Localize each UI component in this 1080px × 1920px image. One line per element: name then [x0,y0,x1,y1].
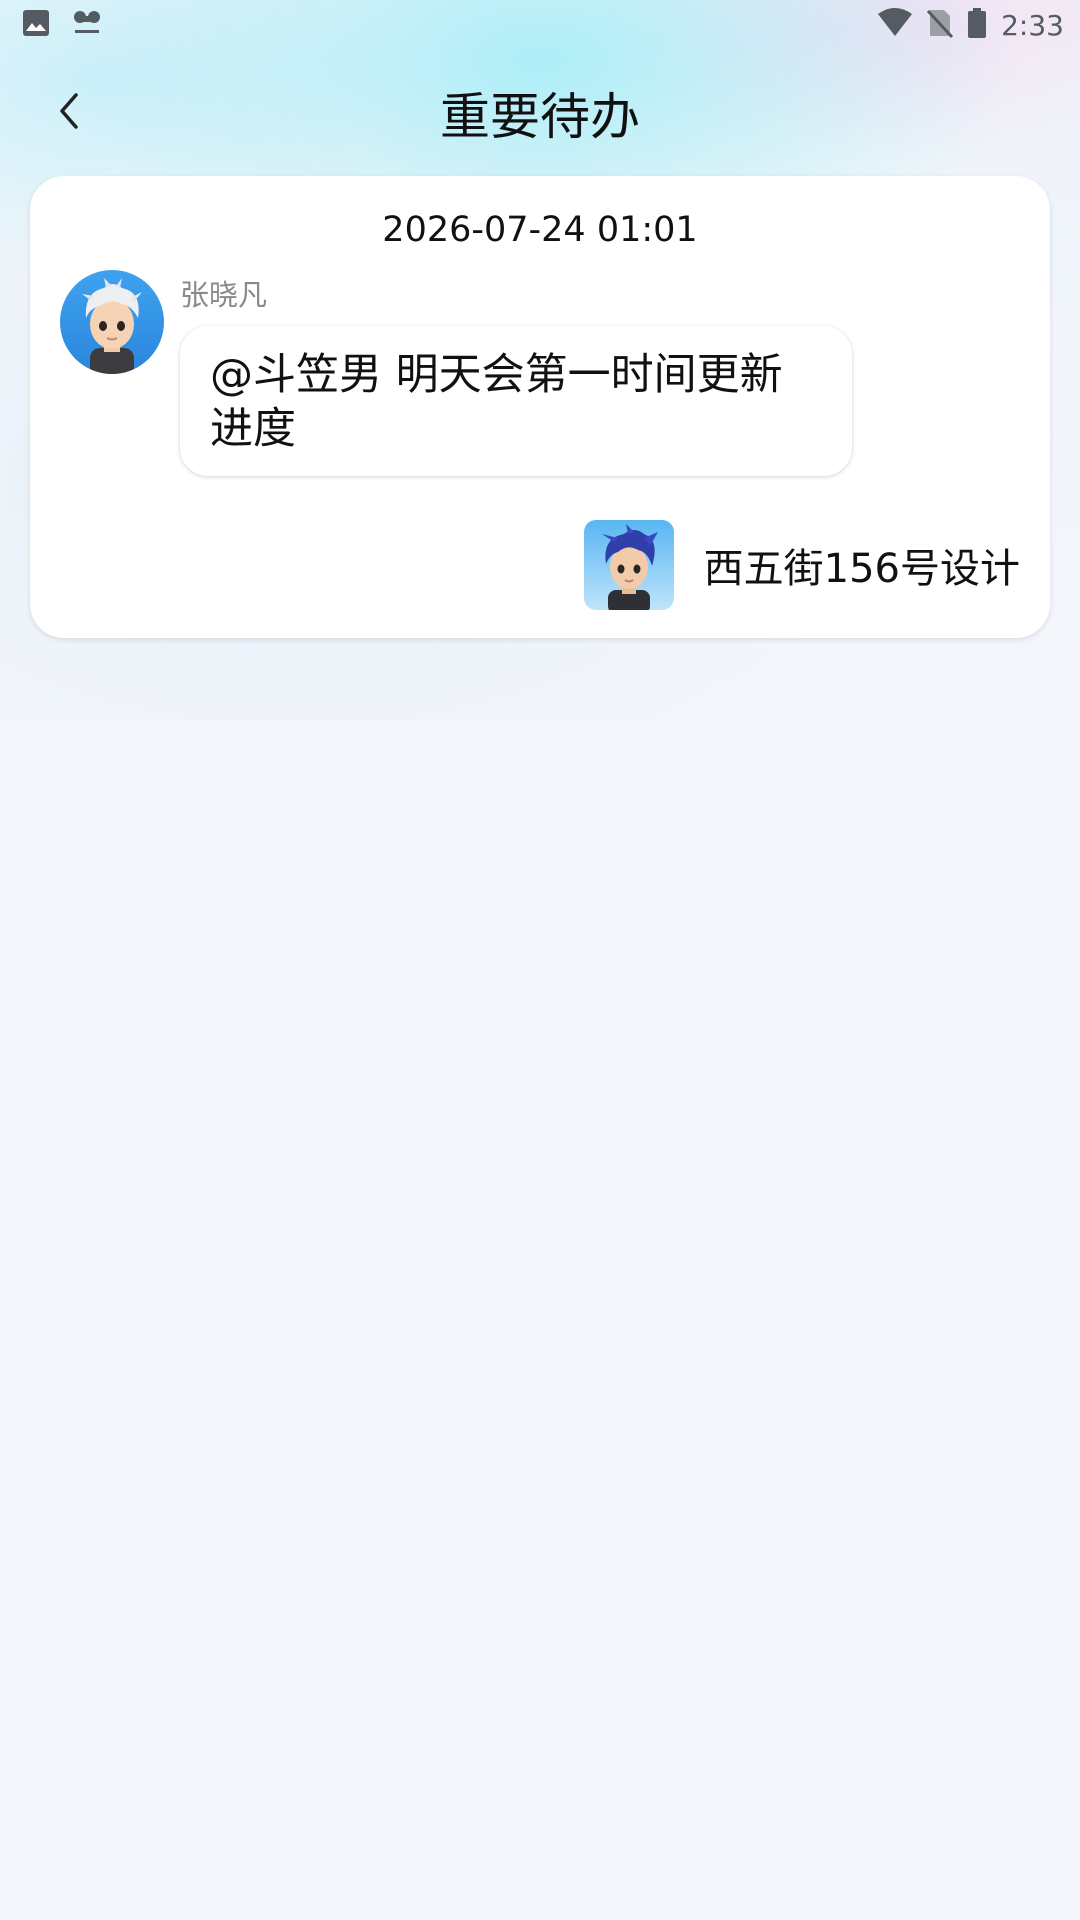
page-header: 重要待办 [0,70,1080,156]
message-bubble[interactable]: @斗笠男 明天会第一时间更新进度 [180,326,852,476]
message-timestamp: 2026-07-24 01:01 [382,210,698,250]
status-bar: 2:33 [0,0,1080,50]
assignee-avatar[interactable] [583,520,674,610]
chevron-left-icon [54,91,84,135]
status-bar-left [22,8,124,42]
screen: 2:33 重要待办 2026-07-24 01:01 张晓凡 @斗笠男 明天会第… [0,0,1080,1920]
sender-avatar[interactable] [60,270,164,374]
assignee-row[interactable]: 西五街156号设计 [583,520,1020,610]
no-sim-icon [927,8,954,42]
sender-name: 张晓凡 [180,278,268,312]
status-time: 2:33 [1001,8,1064,42]
todo-card[interactable]: 2026-07-24 01:01 张晓凡 @斗笠男 明天会第一时间更新进度 西五… [30,176,1050,638]
wifi-icon [877,8,913,42]
image-notification-icon [22,9,50,41]
app-notification-icon [72,8,102,42]
battery-icon [967,8,987,42]
assignee-name: 西五街156号设计 [703,546,1020,592]
page-title: 重要待办 [440,88,640,146]
status-bar-right: 2:33 [863,8,1064,42]
back-button[interactable] [36,80,102,146]
